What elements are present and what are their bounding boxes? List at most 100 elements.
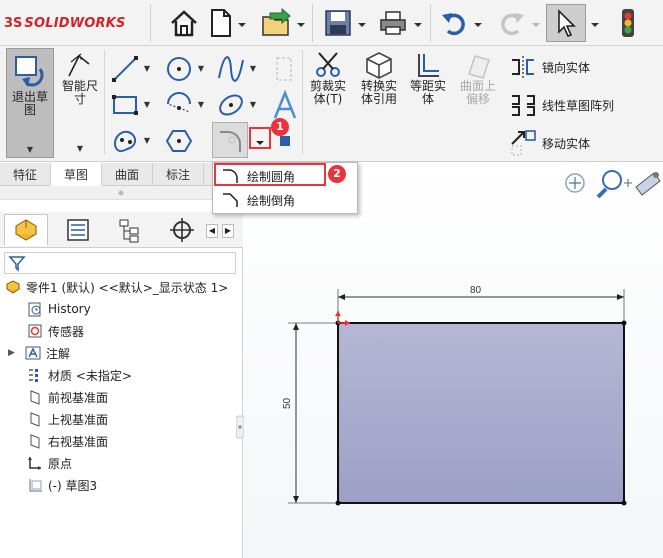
point-tool-button[interactable] bbox=[278, 134, 292, 148]
tab-sketch[interactable]: 草图 bbox=[51, 163, 103, 186]
tab-scroll-right[interactable]: ▶ bbox=[222, 224, 234, 238]
tree-item-label: 右视基准面 bbox=[48, 434, 109, 449]
tree-item-material[interactable]: 材质 <未指定> bbox=[26, 364, 132, 386]
origin-icon bbox=[28, 457, 41, 470]
tab-property-manager[interactable] bbox=[56, 214, 100, 246]
exit-sketch-icon bbox=[15, 56, 44, 87]
trim-entities-label: 剪裁实 体(T) bbox=[309, 79, 346, 106]
line-tool-button[interactable]: ▼ bbox=[110, 54, 152, 84]
chevron-down-icon[interactable] bbox=[358, 18, 366, 27]
tab-configuration-manager[interactable] bbox=[108, 214, 152, 246]
dimension-height[interactable]: 50 bbox=[282, 322, 336, 504]
tab-scroll-left[interactable]: ◀ bbox=[206, 224, 218, 238]
offset-entities-button[interactable]: 等距实 体 bbox=[406, 50, 450, 106]
rectangle-tool-button[interactable]: ▼ bbox=[110, 90, 152, 120]
tree-item-annotations[interactable]: ▶ 注解 bbox=[8, 342, 70, 364]
exit-sketch-button[interactable]: 退出草 图 ▼ bbox=[6, 48, 54, 158]
mirror-entities-button[interactable]: 镜向实体 bbox=[508, 54, 590, 80]
expand-arrow-icon[interactable]: ▶ bbox=[8, 348, 24, 358]
sketch-fillet-button[interactable] bbox=[212, 122, 248, 158]
construction-geometry-button[interactable] bbox=[272, 54, 296, 84]
tab-feature-manager[interactable] bbox=[4, 214, 48, 246]
panel-drag-handle[interactable] bbox=[0, 186, 243, 200]
tree-filter-box[interactable] bbox=[4, 252, 236, 274]
chevron-down-icon[interactable]: ▼ bbox=[248, 64, 258, 74]
polygon-tool-button[interactable] bbox=[164, 126, 194, 156]
tree-item-top-plane[interactable]: 上视基准面 bbox=[26, 408, 108, 430]
chamfer-icon bbox=[223, 193, 238, 207]
sketch-rectangle[interactable] bbox=[337, 322, 625, 504]
new-document-button[interactable] bbox=[206, 4, 236, 42]
chevron-down-icon[interactable] bbox=[297, 18, 305, 27]
chevron-down-icon[interactable]: ▼ bbox=[25, 145, 35, 155]
ellipse-tool-button[interactable]: ▼ bbox=[216, 90, 258, 120]
ribbon-separator bbox=[302, 50, 303, 154]
view-zoom-fit-icon[interactable] bbox=[565, 173, 585, 193]
scissors-icon bbox=[316, 52, 340, 77]
linear-pattern-button[interactable]: 线性草图阵列 bbox=[508, 90, 614, 120]
plane-icon bbox=[30, 412, 40, 427]
tab-features[interactable]: 特征 bbox=[0, 163, 52, 186]
save-button[interactable] bbox=[322, 4, 354, 42]
text-tool-button[interactable] bbox=[270, 90, 300, 122]
move-entities-button[interactable]: 移动实体 bbox=[508, 128, 590, 158]
slot-tool-button[interactable]: ▼ bbox=[110, 126, 152, 156]
chevron-down-icon[interactable]: ▼ bbox=[142, 100, 152, 110]
redo-button[interactable] bbox=[496, 4, 528, 42]
dimension-width[interactable]: 80 bbox=[337, 285, 625, 321]
chevron-down-icon[interactable] bbox=[474, 18, 482, 27]
chevron-down-icon[interactable] bbox=[238, 18, 246, 27]
property-manager-icon bbox=[67, 219, 89, 241]
solidworks-logo[interactable]: 3S SOLIDWORKS bbox=[4, 12, 144, 34]
chevron-down-icon[interactable]: ▼ bbox=[142, 136, 152, 146]
tree-item-sensors[interactable]: 传感器 bbox=[26, 320, 84, 342]
ellipse-icon bbox=[219, 94, 243, 116]
home-button[interactable] bbox=[166, 4, 202, 42]
chevron-down-icon[interactable] bbox=[591, 18, 599, 27]
tree-item-front-plane[interactable]: 前视基准面 bbox=[26, 386, 108, 408]
tab-dim-xpert[interactable] bbox=[160, 214, 204, 246]
filter-icon bbox=[8, 256, 26, 272]
open-button[interactable] bbox=[260, 4, 294, 42]
dimension-width-text: 80 bbox=[470, 285, 482, 296]
command-manager-ribbon: 退出草 图 ▼ 智能尺 寸 ▼ ▼ ▼ ▼ ▼ ▼ ▼ ▼ 剪裁实 体(T) 转… bbox=[0, 46, 663, 162]
print-button[interactable] bbox=[376, 4, 410, 42]
tree-item-history[interactable]: History bbox=[26, 298, 91, 320]
tree-item-origin[interactable]: 原点 bbox=[26, 452, 72, 474]
chevron-down-icon[interactable]: ▼ bbox=[196, 64, 206, 74]
arc-tool-button[interactable]: ▼ bbox=[164, 90, 206, 120]
rebuild-button[interactable] bbox=[614, 4, 642, 42]
logo-text: SOLIDWORKS bbox=[24, 15, 126, 31]
feature-manager-icon bbox=[15, 219, 37, 241]
circle-tool-button[interactable]: ▼ bbox=[164, 54, 206, 84]
zoom-icon[interactable] bbox=[596, 170, 622, 199]
convert-entities-button[interactable]: 转换实 体引用 bbox=[356, 50, 402, 106]
point-icon bbox=[280, 136, 290, 146]
chevron-down-icon[interactable] bbox=[532, 18, 540, 27]
chevron-down-icon[interactable]: ▼ bbox=[75, 144, 85, 154]
chevron-down-icon[interactable]: ▼ bbox=[196, 100, 206, 110]
tab-annotation[interactable]: 标注 bbox=[153, 163, 205, 186]
tree-item-right-plane[interactable]: 右视基准面 bbox=[26, 430, 108, 452]
chevron-down-icon[interactable] bbox=[414, 18, 422, 27]
panel-splitter[interactable] bbox=[235, 186, 245, 558]
linear-pattern-label: 线性草图阵列 bbox=[542, 98, 615, 113]
surface-offset-icon bbox=[468, 55, 490, 79]
tab-surfaces[interactable]: 曲面 bbox=[102, 163, 154, 186]
spline-tool-button[interactable]: ▼ bbox=[216, 54, 258, 84]
graphics-area[interactable]: 80 50 bbox=[244, 163, 663, 558]
smart-dimension-button[interactable]: 智能尺 寸 ▼ bbox=[58, 50, 102, 153]
undo-button[interactable] bbox=[438, 4, 470, 42]
annotation-icon bbox=[25, 346, 41, 360]
toolbar-separator bbox=[312, 4, 313, 42]
tree-root-part[interactable]: 零件1 (默认) <<默认>_显示状态 1> bbox=[4, 276, 228, 298]
trim-entities-button[interactable]: 剪裁实 体(T) bbox=[308, 50, 348, 106]
menu-item-sketch-chamfer[interactable]: 绘制倒角 bbox=[215, 189, 355, 211]
chevron-down-icon[interactable]: ▼ bbox=[248, 100, 258, 110]
move-entities-label: 移动实体 bbox=[542, 136, 591, 151]
chevron-down-icon[interactable]: ▼ bbox=[142, 64, 152, 74]
select-button[interactable] bbox=[546, 4, 586, 42]
linear-pattern-icon bbox=[512, 95, 535, 116]
view-orientation-icon[interactable] bbox=[635, 172, 661, 196]
tree-item-sketch3[interactable]: (-) 草图3 bbox=[26, 474, 97, 496]
